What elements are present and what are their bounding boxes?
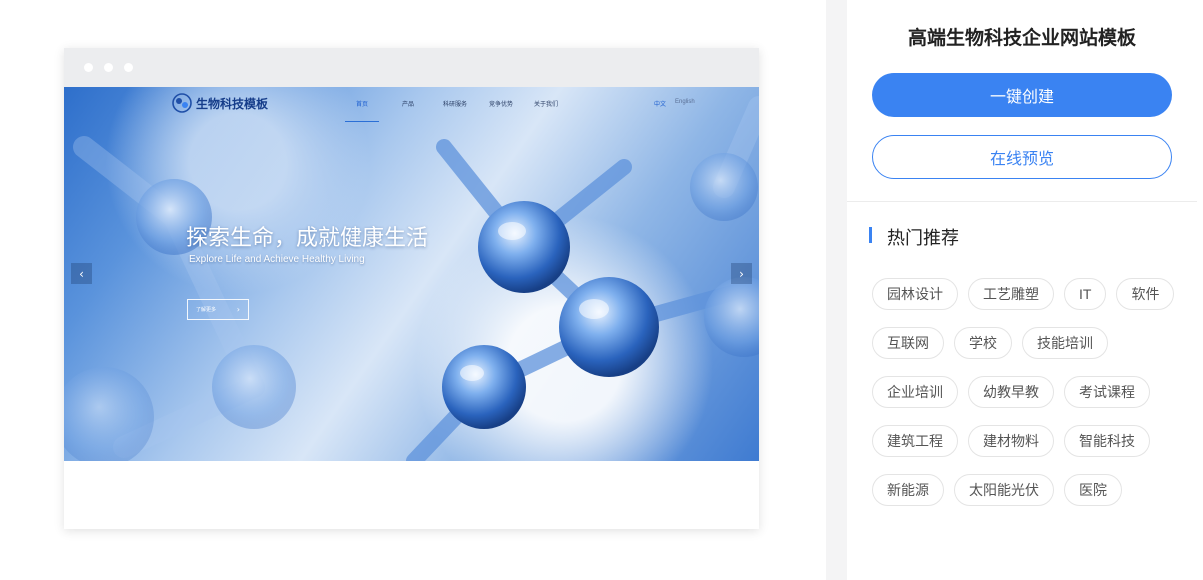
tag-item[interactable]: 软件 bbox=[1116, 278, 1175, 310]
tag-item[interactable]: IT bbox=[1064, 278, 1107, 310]
browser-mockup: 生物科技模板 首页 产品 科研服务 竞争优势 关于我们 中文 English 探… bbox=[64, 48, 759, 529]
window-dot bbox=[84, 63, 93, 72]
tag-row: 建筑工程 建材物料 智能科技 bbox=[872, 425, 1182, 457]
browser-title-bar bbox=[64, 48, 759, 87]
tag-item[interactable]: 建筑工程 bbox=[872, 425, 958, 457]
tag-item[interactable]: 工艺雕塑 bbox=[968, 278, 1054, 310]
learn-more-button[interactable]: 了解更多 › bbox=[187, 299, 249, 320]
window-dot bbox=[104, 63, 113, 72]
logo-icon bbox=[172, 93, 192, 113]
learn-more-label: 了解更多 bbox=[196, 307, 217, 313]
tag-item[interactable]: 新能源 bbox=[872, 474, 944, 506]
panel-divider bbox=[847, 201, 1197, 202]
tag-item[interactable]: 智能科技 bbox=[1064, 425, 1150, 457]
tag-item[interactable]: 互联网 bbox=[872, 327, 944, 359]
nav-item-research[interactable]: 科研服务 bbox=[443, 99, 467, 108]
tag-item[interactable]: 园林设计 bbox=[872, 278, 958, 310]
logo-text: 生物科技模板 bbox=[196, 96, 269, 111]
chevron-right-icon: › bbox=[739, 266, 744, 281]
tag-item[interactable]: 医院 bbox=[1064, 474, 1122, 506]
tag-row: 互联网 学校 技能培训 bbox=[872, 327, 1182, 359]
lang-english[interactable]: English bbox=[675, 99, 695, 105]
tag-item[interactable]: 考试课程 bbox=[1064, 376, 1150, 408]
tag-row: 园林设计 工艺雕塑 IT 软件 bbox=[872, 278, 1182, 310]
tag-row: 企业培训 幼教早教 考试课程 bbox=[872, 376, 1182, 408]
hot-recommend-title: 热门推荐 bbox=[887, 228, 959, 248]
online-preview-button[interactable]: 在线预览 bbox=[872, 135, 1172, 179]
chevron-right-icon: › bbox=[236, 305, 240, 314]
tag-item[interactable]: 太阳能光伏 bbox=[954, 474, 1054, 506]
tag-item[interactable]: 学校 bbox=[954, 327, 1012, 359]
nav-item-products[interactable]: 产品 bbox=[402, 99, 414, 108]
template-title: 高端生物科技企业网站模板 bbox=[907, 28, 1136, 49]
nav-active-underline bbox=[345, 121, 379, 122]
tag-item[interactable]: 幼教早教 bbox=[968, 376, 1054, 408]
section-accent-bar bbox=[869, 227, 872, 243]
site-logo[interactable]: 生物科技模板 bbox=[172, 92, 268, 114]
nav-item-advantages[interactable]: 竞争优势 bbox=[489, 99, 513, 108]
window-dot bbox=[124, 63, 133, 72]
nav-item-about[interactable]: 关于我们 bbox=[534, 99, 558, 108]
nav-item-home[interactable]: 首页 bbox=[356, 99, 368, 108]
one-click-create-button[interactable]: 一键创建 bbox=[872, 73, 1172, 117]
template-preview-area: 生物科技模板 首页 产品 科研服务 竞争优势 关于我们 中文 English 探… bbox=[0, 0, 826, 580]
hero-title: 探索生命，成就健康生活 bbox=[186, 225, 429, 250]
molecule-illustration bbox=[64, 96, 759, 461]
hot-tags: 园林设计 工艺雕塑 IT 软件 互联网 学校 技能培训 企业培训 幼教早教 考试… bbox=[872, 278, 1182, 523]
hero-subtitle: Explore Life and Achieve Healthy Living bbox=[189, 254, 365, 265]
chevron-left-icon: ‹ bbox=[79, 266, 84, 281]
tag-item[interactable]: 技能培训 bbox=[1022, 327, 1108, 359]
tag-item[interactable]: 建材物料 bbox=[968, 425, 1054, 457]
tag-item[interactable]: 企业培训 bbox=[872, 376, 958, 408]
template-info-panel: 高端生物科技企业网站模板 一键创建 在线预览 热门推荐 园林设计 工艺雕塑 IT… bbox=[847, 0, 1203, 580]
carousel-next-button[interactable]: › bbox=[731, 263, 752, 284]
panel-gutter bbox=[826, 0, 847, 580]
lang-chinese[interactable]: 中文 bbox=[654, 99, 666, 108]
carousel-prev-button[interactable]: ‹ bbox=[71, 263, 92, 284]
tag-row: 新能源 太阳能光伏 医院 bbox=[872, 474, 1182, 506]
preview-hero-banner[interactable]: 生物科技模板 首页 产品 科研服务 竞争优势 关于我们 中文 English 探… bbox=[64, 87, 759, 461]
